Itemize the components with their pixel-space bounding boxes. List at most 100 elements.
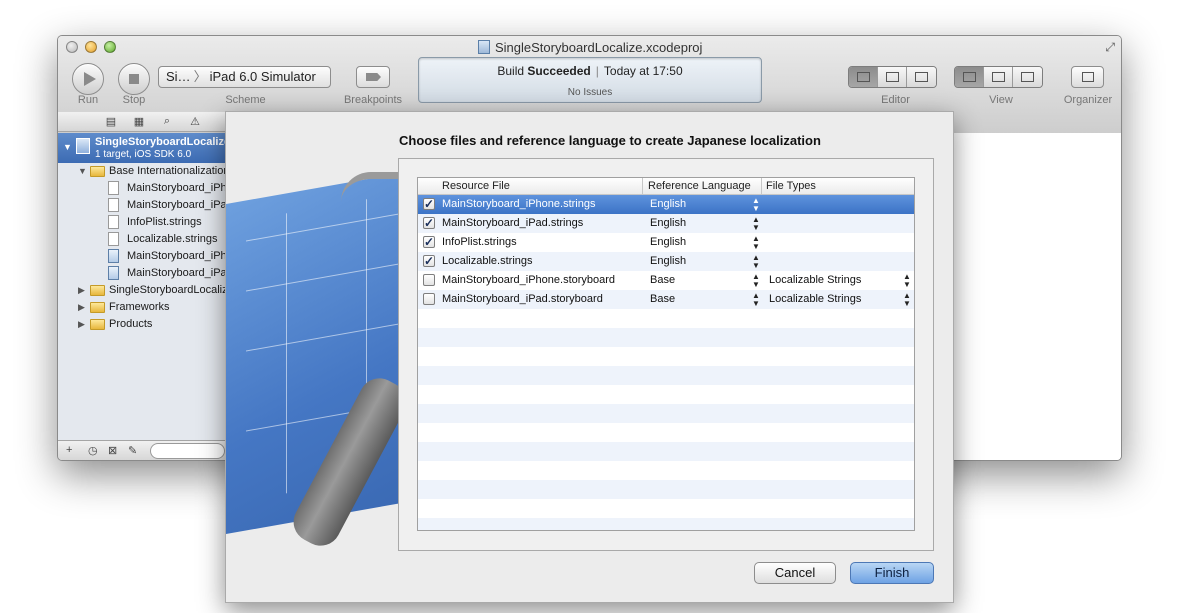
include-checkbox[interactable]	[423, 195, 435, 214]
include-checkbox[interactable]	[423, 293, 435, 305]
tree-item[interactable]: MainStoryboard_iPhone.storyboard	[58, 248, 228, 265]
zoom-window-button[interactable]	[104, 41, 116, 53]
table-row[interactable]: MainStoryboard_iPad.storyboard Base ▲ ▼ Loca…	[418, 290, 914, 309]
cancel-button[interactable]: Cancel	[754, 562, 836, 584]
file-type-popup[interactable]: Localizable Strings	[769, 290, 861, 309]
popup-arrows-icon[interactable]: ▲ ▼	[752, 197, 760, 213]
empty-row	[418, 480, 914, 499]
empty-row	[418, 366, 914, 385]
disclosure-closed-icon[interactable]: ▶	[78, 299, 85, 316]
tree-item-label: MainStoryboard_iPad.storyboard	[127, 267, 228, 279]
project-subtitle: 1 target, iOS SDK 6.0	[95, 149, 192, 160]
fullscreen-icon[interactable]: ⤢	[1105, 40, 1115, 55]
symbol-navigator-icon[interactable]: ▦	[132, 115, 146, 128]
table-row[interactable]: Localizable.strings English ▲▼	[418, 252, 914, 271]
reference-language-popup[interactable]: English	[650, 195, 686, 214]
recent-files-icon[interactable]: ◷	[88, 444, 98, 457]
popup-arrows-icon[interactable]: ▲ ▼	[752, 235, 760, 251]
tree-item[interactable]: ▶ Frameworks	[58, 299, 228, 316]
view-segmented-control[interactable]	[954, 66, 1043, 88]
scm-filter-icon[interactable]: ⊠	[108, 444, 117, 457]
run-button[interactable]	[72, 63, 104, 95]
tree-item[interactable]: ▶ Products	[58, 316, 228, 333]
column-divider[interactable]	[642, 178, 643, 194]
disclosure-open-icon[interactable]: ▼	[63, 142, 72, 152]
issue-navigator-icon[interactable]: ⚠	[188, 115, 202, 128]
scheme-destination[interactable]: iPad 6.0 Simulator	[210, 69, 316, 84]
bottom-panel-icon	[992, 72, 1005, 82]
popup-arrows-icon[interactable]: ▲ ▼	[752, 273, 760, 289]
column-reference-language[interactable]: Reference Language	[648, 180, 751, 192]
scheme-selector[interactable]: Si… 〉 iPad 6.0 Simulator	[158, 66, 331, 88]
reference-language-popup[interactable]: Base	[650, 271, 675, 290]
column-resource-file[interactable]: Resource File	[442, 180, 510, 192]
reference-language-popup[interactable]: English	[650, 233, 686, 252]
minimize-window-button[interactable]	[85, 41, 97, 53]
standard-editor-button[interactable]	[849, 67, 878, 87]
resource-file-name: InfoPlist.strings	[442, 236, 517, 248]
tree-item[interactable]: MainStoryboard_iPad.storyboard	[58, 265, 228, 282]
popup-arrows-icon[interactable]: ▲ ▼	[752, 216, 760, 232]
reference-language-popup[interactable]: English	[650, 252, 686, 271]
tree-item[interactable]: ▶ SingleStoryboardLocalize	[58, 282, 228, 299]
popup-arrows-icon[interactable]: ▲ ▼	[903, 292, 911, 308]
empty-row	[418, 423, 914, 442]
stop-icon	[129, 74, 139, 84]
unsaved-filter-icon[interactable]: ✎	[128, 444, 137, 457]
disclosure-closed-icon[interactable]: ▶	[78, 316, 85, 333]
popup-arrows-icon[interactable]: ▲ ▼	[752, 292, 760, 308]
filter-input[interactable]	[150, 443, 225, 459]
breakpoints-button[interactable]	[356, 66, 390, 88]
run-label: Run	[77, 94, 99, 106]
assistant-editor-button[interactable]	[878, 67, 907, 87]
tree-item[interactable]: Localizable.strings	[58, 231, 228, 248]
tree-item[interactable]: InfoPlist.strings	[58, 214, 228, 231]
play-icon	[84, 72, 96, 86]
version-editor-button[interactable]	[907, 67, 936, 87]
blueprint-line	[246, 320, 416, 352]
table-row[interactable]: MainStoryboard_iPhone.storyboard Base ▲ ▼ Lo…	[418, 271, 914, 290]
disclosure-closed-icon[interactable]: ▶	[78, 282, 85, 299]
editor-segmented-control[interactable]	[848, 66, 937, 88]
include-checkbox[interactable]	[423, 252, 435, 271]
table-row[interactable]: InfoPlist.strings English ▲▼	[418, 233, 914, 252]
reference-language-popup[interactable]: English	[650, 214, 686, 233]
add-icon[interactable]: +	[66, 444, 72, 456]
project-navigator-icon[interactable]: ▤	[104, 115, 118, 128]
utilities-toggle-button[interactable]	[1013, 67, 1042, 87]
include-checkbox[interactable]	[423, 233, 435, 252]
scheme-label: Scheme	[225, 94, 266, 106]
build-prefix: Build	[497, 64, 525, 78]
scheme-target[interactable]: Si…	[166, 69, 191, 84]
debug-area-toggle-button[interactable]	[984, 67, 1013, 87]
build-time: Today at 17:50	[603, 64, 683, 78]
tree-item[interactable]: MainStoryboard_iPhone.strings	[58, 180, 228, 197]
table-row[interactable]: MainStoryboard_iPad.strings English ▲▼	[418, 214, 914, 233]
close-window-button[interactable]	[66, 41, 78, 53]
organizer-button[interactable]	[1071, 66, 1104, 88]
xcodeproj-icon	[478, 40, 490, 54]
strings-file-icon	[108, 181, 119, 195]
empty-row	[418, 442, 914, 461]
include-checkbox[interactable]	[423, 274, 435, 286]
column-divider[interactable]	[761, 178, 762, 194]
search-navigator-icon[interactable]: ⌕	[160, 115, 174, 128]
tree-item[interactable]: ▼ Base Internationalization	[58, 163, 228, 180]
navigator-selector-bar: ▤ ▦ ⌕ ⚠	[58, 112, 228, 132]
tree-item[interactable]: MainStoryboard_iPad.strings	[58, 197, 228, 214]
project-row[interactable]: ▼ SingleStoryboardLocalize 1 target, iOS…	[58, 133, 228, 163]
storyboard-file-icon	[108, 266, 119, 280]
file-type-popup[interactable]: Localizable Strings	[769, 271, 861, 290]
finish-button[interactable]: Finish	[850, 562, 934, 584]
column-file-types[interactable]: File Types	[766, 180, 816, 192]
disclosure-open-icon[interactable]: ▼	[78, 163, 87, 180]
popup-arrows-icon[interactable]: ▲ ▼	[752, 254, 760, 270]
include-checkbox[interactable]	[423, 214, 435, 233]
popup-arrows-icon[interactable]: ▲ ▼	[903, 273, 911, 289]
stop-button[interactable]	[118, 63, 150, 95]
reference-language-popup[interactable]: Base	[650, 290, 675, 309]
resource-file-name: MainStoryboard_iPhone.storyboard	[442, 274, 616, 286]
navigator-footer: + ◷ ⊠ ✎	[58, 440, 228, 460]
table-row[interactable]: MainStoryboard_iPhone.strings English ▲▼	[418, 195, 914, 214]
navigator-toggle-button[interactable]	[955, 67, 984, 87]
